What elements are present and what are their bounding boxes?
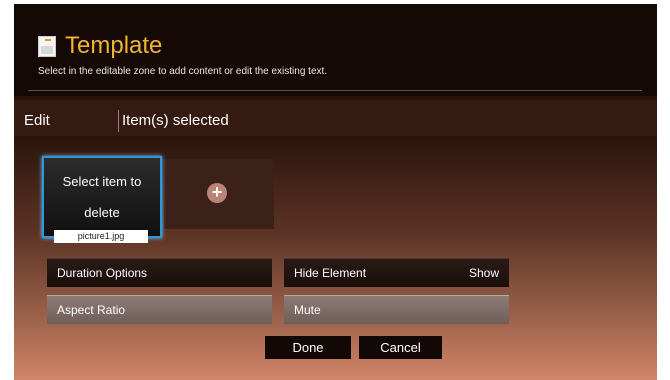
duration-options-button[interactable]: Duration Options xyxy=(47,258,272,287)
aspect-ratio-button[interactable]: Aspect Ratio xyxy=(47,295,272,324)
item-filename: picture1.jpg xyxy=(54,230,148,243)
done-button[interactable]: Done xyxy=(265,336,351,359)
item-tile-line1: Select item to xyxy=(62,174,142,189)
edit-label[interactable]: Edit xyxy=(24,112,50,130)
header-divider xyxy=(28,90,642,91)
page-title: Template xyxy=(65,32,163,59)
mute-label: Mute xyxy=(294,303,321,317)
duration-options-label: Duration Options xyxy=(57,266,148,280)
cancel-button[interactable]: Cancel xyxy=(359,336,442,359)
hide-element-button[interactable]: Hide Element Show xyxy=(284,258,509,287)
edit-bar-separator xyxy=(118,110,119,132)
header: Template Select in the editable zone to … xyxy=(14,4,657,96)
item-tile-text: Select item to delete xyxy=(44,158,160,236)
edit-bar xyxy=(14,100,657,136)
template-icon-mark xyxy=(45,39,51,46)
plus-circle-icon[interactable]: + xyxy=(207,183,227,203)
template-icon-body xyxy=(41,46,53,54)
aspect-ratio-label: Aspect Ratio xyxy=(57,303,126,317)
hide-element-value: Show xyxy=(468,266,499,280)
content-item-selected[interactable]: Select item to delete xyxy=(42,156,162,238)
template-panel: Template Select in the editable zone to … xyxy=(14,4,657,380)
item-tile-line2: delete xyxy=(84,205,120,220)
items-selected-label: Item(s) selected xyxy=(122,112,229,129)
page-subtitle: Select in the editable zone to add conte… xyxy=(38,66,328,77)
mute-button[interactable]: Mute xyxy=(284,295,509,324)
hide-element-label: Hide Element xyxy=(294,266,367,280)
template-icon xyxy=(38,36,56,57)
